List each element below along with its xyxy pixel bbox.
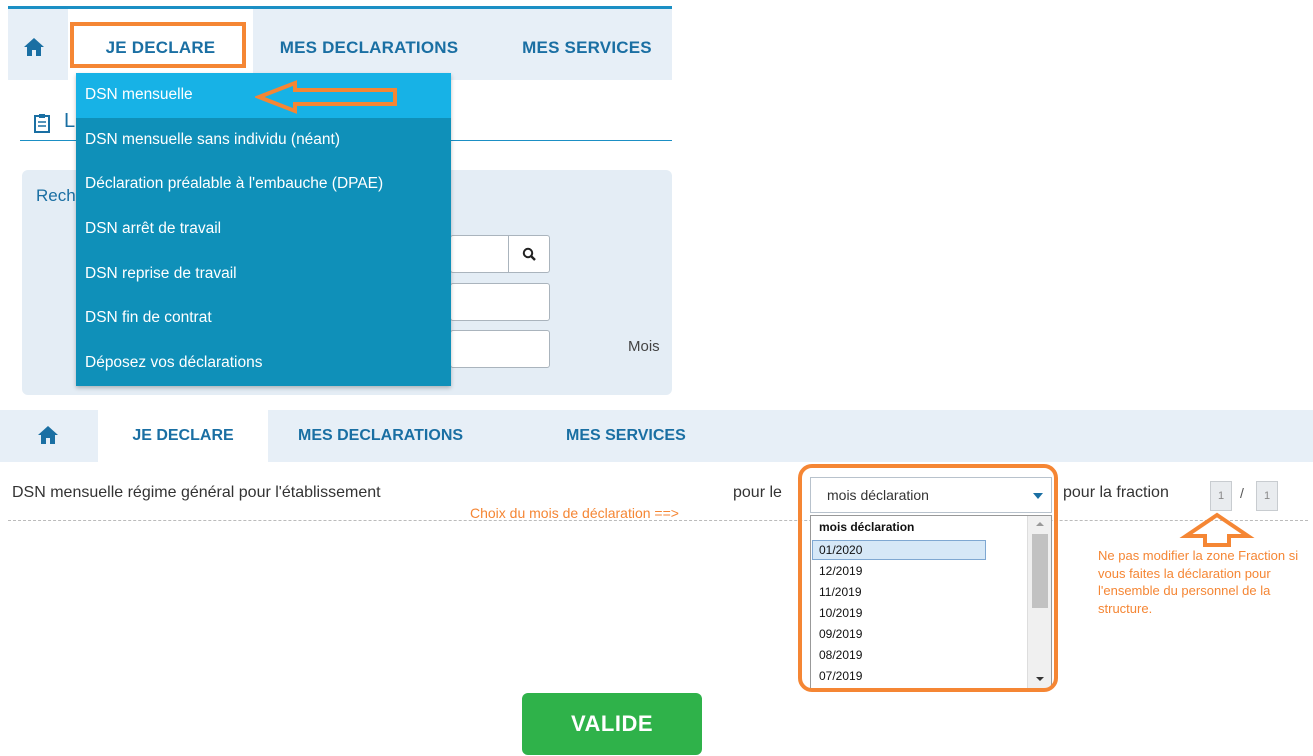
fraction-annotation-note: Ne pas modifier la zone Fraction si vous… <box>1098 548 1299 616</box>
dsn-description: DSN mensuelle régime général pour l'étab… <box>12 484 381 501</box>
tab-mes-services[interactable]: MES SERVICES <box>498 9 676 80</box>
tab-mes-declarations[interactable]: MES DECLARATIONS <box>298 410 463 462</box>
left-arrow-annotation-icon <box>255 80 397 114</box>
home-icon[interactable] <box>22 35 46 59</box>
pour-fraction-label: pour la fraction <box>1063 484 1169 501</box>
annotation-choix-mois: Choix du mois de déclaration ==> <box>470 505 679 521</box>
page-title: L <box>64 110 76 132</box>
home-icon[interactable] <box>36 424 60 446</box>
menu-item-dsn-neant[interactable]: DSN mensuelle sans individu (néant) <box>76 118 451 163</box>
tab-mes-declarations[interactable]: MES DECLARATIONS <box>254 9 484 80</box>
clipboard-icon <box>34 114 50 133</box>
menu-item-dpae[interactable]: Déclaration préalable à l'embauche (DPAE… <box>76 162 451 207</box>
filter-input[interactable] <box>450 283 550 321</box>
search-label: Rech <box>36 186 76 205</box>
up-arrow-annotation-icon <box>1179 512 1255 547</box>
search-button[interactable] <box>508 235 550 273</box>
pour-le-label: pour le <box>733 484 782 501</box>
top-screenshot-panel: JE DECLARE MES DECLARATIONS MES SERVICES… <box>0 0 672 400</box>
select-highlight-outline <box>798 464 1058 692</box>
tab-mes-services[interactable]: MES SERVICES <box>566 410 686 462</box>
je-declare-dropdown-menu: DSN mensuelle DSN mensuelle sans individ… <box>76 73 451 386</box>
mois-label: Mois <box>628 338 660 355</box>
menu-item-deposez[interactable]: Déposez vos déclarations <box>76 341 451 386</box>
fraction-total-input[interactable]: 1 <box>1256 481 1278 511</box>
menu-item-arret-travail[interactable]: DSN arrêt de travail <box>76 207 451 252</box>
search-icon <box>522 247 536 261</box>
fraction-number-input[interactable]: 1 <box>1210 481 1232 511</box>
menu-item-reprise-travail[interactable]: DSN reprise de travail <box>76 252 451 297</box>
filter-input[interactable] <box>450 330 550 368</box>
menu-item-fin-contrat[interactable]: DSN fin de contrat <box>76 296 451 341</box>
highlight-box <box>70 22 246 68</box>
tab-je-declare[interactable]: JE DECLARE <box>98 410 268 464</box>
fraction-separator: / <box>1240 485 1244 501</box>
main-navbar-bottom: JE DECLARE MES DECLARATIONS MES SERVICES <box>0 410 1313 464</box>
valide-button[interactable]: VALIDE <box>522 693 702 755</box>
